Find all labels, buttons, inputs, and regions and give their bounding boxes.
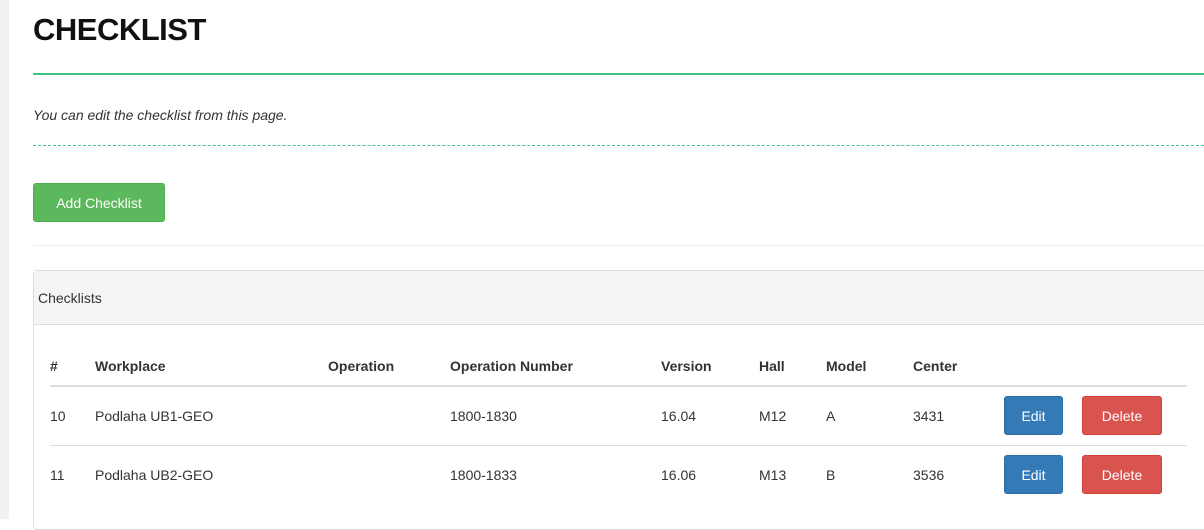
cell-hall: M13 (759, 444, 826, 504)
column-header-workplace: Workplace (95, 346, 328, 387)
column-header-operation: Operation (328, 346, 450, 387)
table-header-row: # Workplace Operation Operation Number V… (50, 346, 1187, 387)
column-header-operation-number: Operation Number (450, 346, 661, 387)
cell-id: 10 (50, 407, 66, 424)
cell-operation (328, 386, 450, 445)
cell-delete: Delete (1082, 386, 1187, 445)
cell-operation (328, 444, 450, 504)
title-divider (33, 73, 1204, 75)
table-row: 11 Podlaha UB2-GEO 1800-1833 16.06 M13 B… (50, 444, 1187, 504)
cell-operation-number: 1800-1830 (450, 407, 517, 424)
column-header-center: Center (913, 346, 1004, 387)
column-header-hall: Hall (759, 346, 826, 387)
cell-center: 3536 (913, 444, 1004, 504)
cell-edit: Edit (1004, 386, 1082, 445)
table-row: 10 Podlaha UB1-GEO 1800-1830 16.04 M12 A… (50, 386, 1187, 445)
delete-button[interactable]: Delete (1082, 396, 1162, 436)
edit-button[interactable]: Edit (1004, 396, 1063, 436)
cell-workplace: Podlaha UB2-GEO (95, 444, 328, 504)
left-rail (0, 0, 9, 519)
add-checklist-button[interactable]: Add Checklist (33, 183, 165, 222)
cell-delete: Delete (1082, 444, 1187, 504)
cell-edit: Edit (1004, 444, 1082, 504)
column-header-model: Model (826, 346, 913, 387)
cell-workplace: Podlaha UB1-GEO (95, 407, 214, 424)
edit-button[interactable]: Edit (1004, 455, 1063, 495)
delete-button[interactable]: Delete (1082, 455, 1162, 495)
column-header-delete (1082, 346, 1187, 387)
cell-model: B (826, 444, 913, 504)
page-subtitle: You can edit the checklist from this pag… (33, 107, 288, 123)
cell-id: 11 (50, 444, 95, 504)
cell-operation-number: 1800-1833 (450, 444, 661, 504)
column-header-id: # (50, 346, 95, 387)
cell-hall: M12 (759, 407, 787, 424)
section-divider (33, 245, 1204, 246)
cell-version: 16.06 (661, 444, 759, 504)
cell-center: 3431 (913, 407, 945, 424)
cell-version: 16.04 (661, 407, 697, 424)
checklists-panel: Checklists # Workplace Operation Operati… (33, 270, 1204, 530)
column-header-edit (1004, 346, 1082, 387)
dashed-divider (33, 145, 1204, 146)
checklists-table: # Workplace Operation Operation Number V… (50, 346, 1187, 504)
cell-model: A (826, 407, 836, 424)
panel-heading: Checklists (34, 271, 1204, 325)
column-header-version: Version (661, 346, 759, 387)
page-title: CHECKLIST (33, 12, 206, 47)
